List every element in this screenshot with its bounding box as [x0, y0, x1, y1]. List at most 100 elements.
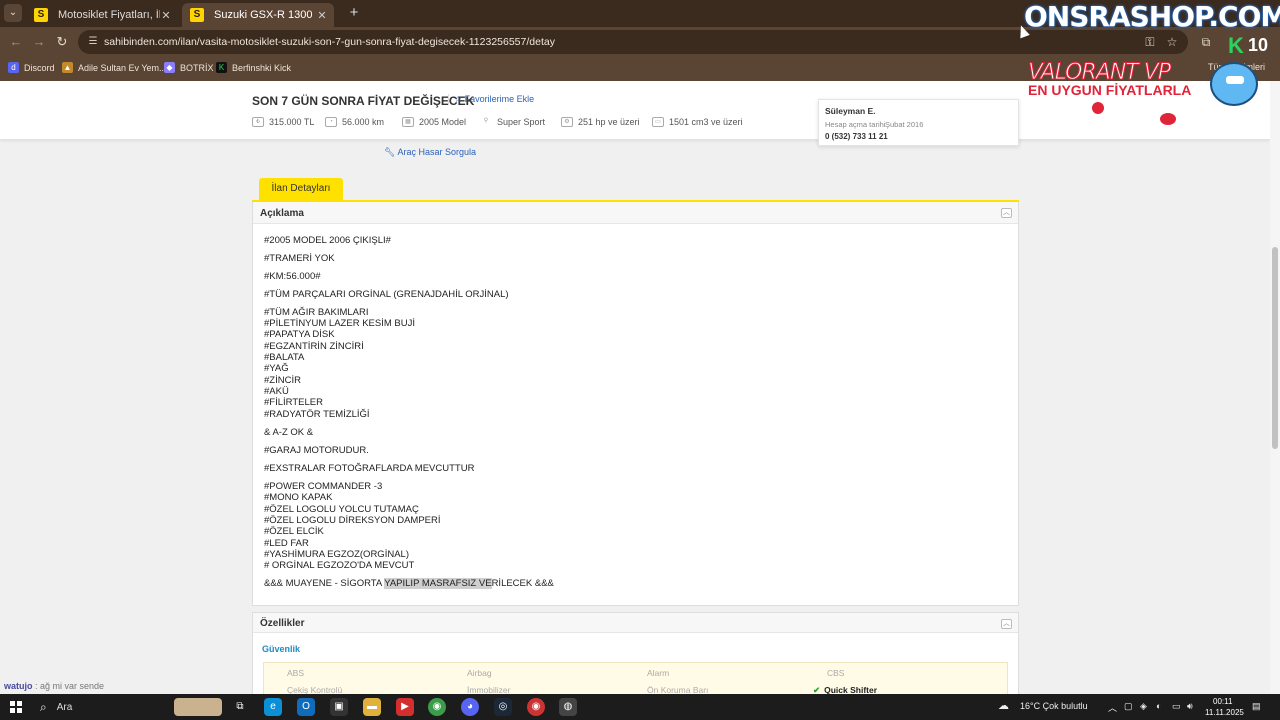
- sahibinden-favicon-icon: S: [34, 8, 48, 22]
- features-header: Özellikler ︿: [253, 613, 1018, 633]
- taskbar-search[interactable]: ⌕ Ara: [32, 694, 168, 720]
- price-icon: ₺: [252, 117, 264, 127]
- info-km: ◔ 56.000 km: [325, 117, 384, 127]
- valorant-price-banner: EN UYGUN FİYATLARLA: [1028, 82, 1192, 98]
- add-favorite-link[interactable]: ☆ Favorilerime Ekle: [448, 94, 534, 105]
- feature-category: Güvenlik: [262, 644, 301, 654]
- star-icon: ☆: [454, 94, 465, 104]
- tab-title: Motosiklet Fiyatları, İkinci El ve: [58, 9, 160, 21]
- seller-phone[interactable]: 0 (532) 733 11 21: [825, 132, 888, 141]
- arrow-right-icon[interactable]: →: [31, 34, 47, 50]
- browser-tab-active[interactable]: S Suzuki GSX-R 1300 Hayabusa 2 ✕: [182, 3, 334, 27]
- store-icon[interactable]: ▣: [330, 698, 348, 716]
- star-icon[interactable]: ☆: [1164, 34, 1180, 50]
- description-line: #TRAMERİ YOK: [264, 253, 335, 264]
- browser-tab[interactable]: S Motosiklet Fiyatları, İkinci El ve ✕: [26, 3, 178, 27]
- description-header: Açıklama ︿: [253, 202, 1018, 224]
- bookmark-botrix[interactable]: ◆ BOTRİX: [164, 62, 214, 73]
- description-line: & A-Z OK &: [264, 427, 314, 438]
- volume-icon[interactable]: 🔊︎: [1187, 701, 1193, 712]
- discord-icon[interactable]: ◕: [461, 698, 479, 716]
- info-price: ₺ 315.000 TL: [252, 117, 314, 127]
- info-volume: ▭ 1501 cm3 ve üzeri: [652, 117, 743, 127]
- description-line: #BALATA: [264, 352, 305, 363]
- windows-start-icon[interactable]: [10, 701, 22, 713]
- obs-icon[interactable]: ◍: [559, 698, 577, 716]
- clock-date[interactable]: 11.11.2025: [1205, 708, 1244, 717]
- seller-name[interactable]: Süleyman E.: [825, 106, 876, 116]
- page-scrollbar[interactable]: [1270, 81, 1280, 694]
- description-line: #RADYATÖR TEMİZLİĞİ: [264, 409, 370, 420]
- damage-query-link[interactable]: 🔧︎ Araç Hasar Sorgula: [384, 147, 476, 158]
- tab-close-icon[interactable]: ✕: [160, 9, 172, 22]
- windows-taskbar: ⌕ Ara ⧉ e O ▣ ▬ ▶ ◉ ◕ ◎ ◉ ◍ ☁ 16°C Çok b…: [0, 694, 1280, 720]
- engine-icon: ⚙: [561, 117, 573, 127]
- task-view-icon[interactable]: ⧉: [231, 698, 249, 716]
- description-line: #TÜM AĞIR BAKIMLARI: [264, 307, 369, 318]
- selected-text: YAPILIP MASRAFSIZ VE: [384, 578, 492, 589]
- scrollbar-thumb[interactable]: [1272, 247, 1278, 449]
- media-player-icon[interactable]: ▶: [396, 698, 414, 716]
- clock-time[interactable]: 00:11: [1213, 697, 1232, 706]
- tab-search-button[interactable]: ⌄: [4, 4, 22, 22]
- sticker-icon: [1158, 111, 1178, 127]
- info-text: Super Sport: [497, 117, 546, 127]
- bookmark-label: Adile Sultan Ev Yem...: [78, 62, 167, 73]
- odometer-icon: ◔: [325, 117, 337, 127]
- chat-username: watujo: [4, 681, 33, 691]
- new-tab-icon[interactable]: +: [345, 4, 363, 22]
- key-icon[interactable]: ⚿: [1142, 34, 1158, 50]
- description-line: #YAĞ: [264, 363, 289, 374]
- description-line: #ZİNCİR: [264, 375, 301, 386]
- steam-icon[interactable]: ◎: [494, 698, 512, 716]
- info-text: 1501 cm3 ve üzeri: [669, 117, 743, 127]
- network-icon[interactable]: ▭: [1172, 701, 1181, 712]
- search-highlight-image-icon[interactable]: [174, 698, 222, 716]
- description-last-line: &&& MUAYENE - SİGORTA YAPILIP MASRAFSIZ …: [264, 578, 554, 589]
- seller-card: Süleyman E. Hesap açma tarihi Şubat 2016…: [818, 99, 1019, 146]
- description-line: #POWER COMMANDER -3: [264, 481, 383, 492]
- bookmark-label: BOTRİX: [180, 62, 214, 73]
- tab-close-icon[interactable]: ✕: [316, 9, 328, 22]
- arrow-left-icon[interactable]: ←: [8, 34, 24, 50]
- sticker-icon: [1090, 100, 1106, 116]
- feature-item-checked: ✔ Quick Shifter: [813, 685, 877, 694]
- weather-text[interactable]: 16°C Çok bulutlu: [1020, 701, 1088, 711]
- mascot-icon: [1210, 62, 1258, 106]
- description-line: #ÖZEL LOGOLU YOLCU TUTAMAÇ: [264, 504, 419, 515]
- bookmark-kick[interactable]: K Berfinshki Kick: [216, 62, 291, 73]
- chrome-profile-icon[interactable]: ◉: [527, 698, 545, 716]
- chrome-icon[interactable]: ◉: [428, 698, 446, 716]
- description-section: Açıklama ︿ #2005 MODEL 2006 ÇIKIŞLI# #TR…: [252, 202, 1019, 606]
- outlook-icon[interactable]: O: [297, 698, 315, 716]
- sahibinden-favicon-icon: S: [190, 8, 204, 22]
- description-line: #GARAJ MOTORUDUR.: [264, 445, 369, 456]
- tab-title: Suzuki GSX-R 1300 Hayabusa 2: [214, 9, 316, 21]
- puzzle-icon[interactable]: ⧉: [1198, 34, 1214, 50]
- discord-icon: d: [8, 62, 19, 73]
- description-line: #EGZANTİRİN ZİNCİRİ: [264, 341, 364, 352]
- edge-icon[interactable]: e: [264, 698, 282, 716]
- description-line: #MONO KAPAK: [264, 492, 333, 503]
- tab-listing-details[interactable]: İlan Detayları: [259, 178, 343, 200]
- tray-app-icon[interactable]: ◐: [1156, 701, 1161, 711]
- chat-text: : ağ mi var sende: [32, 681, 105, 691]
- reload-icon[interactable]: ↻: [54, 34, 70, 50]
- description-line: #PAPATYA DİSK: [264, 329, 335, 340]
- bookmark-adile[interactable]: ▲ Adile Sultan Ev Yem...: [62, 62, 167, 73]
- description-text: RİLECEK &&&: [491, 578, 554, 589]
- description-line: # ORGİNAL EGZOZO'DA MEVCUT: [264, 560, 415, 571]
- tray-expand-icon[interactable]: ︿: [1108, 701, 1117, 714]
- collapse-icon[interactable]: ︿: [1001, 619, 1012, 629]
- description-line: #KM:56.000#: [264, 271, 321, 282]
- collapse-icon[interactable]: ︿: [1001, 208, 1012, 218]
- listing-title: SON 7 GÜN SONRA FİYAT DEĞİŞECEK: [252, 94, 475, 108]
- logo-part: SHOP.COM: [1129, 0, 1280, 33]
- notification-icon[interactable]: ▤: [1252, 701, 1261, 712]
- file-explorer-icon[interactable]: ▬: [363, 698, 381, 716]
- bookmark-discord[interactable]: d Discord: [8, 62, 55, 73]
- site-info-icon[interactable]: ☰: [87, 36, 99, 48]
- tray-app-icon[interactable]: ◈: [1140, 701, 1147, 712]
- description-line: #ÖZEL ELCİK: [264, 526, 324, 537]
- tray-app-icon[interactable]: ▢: [1124, 701, 1133, 712]
